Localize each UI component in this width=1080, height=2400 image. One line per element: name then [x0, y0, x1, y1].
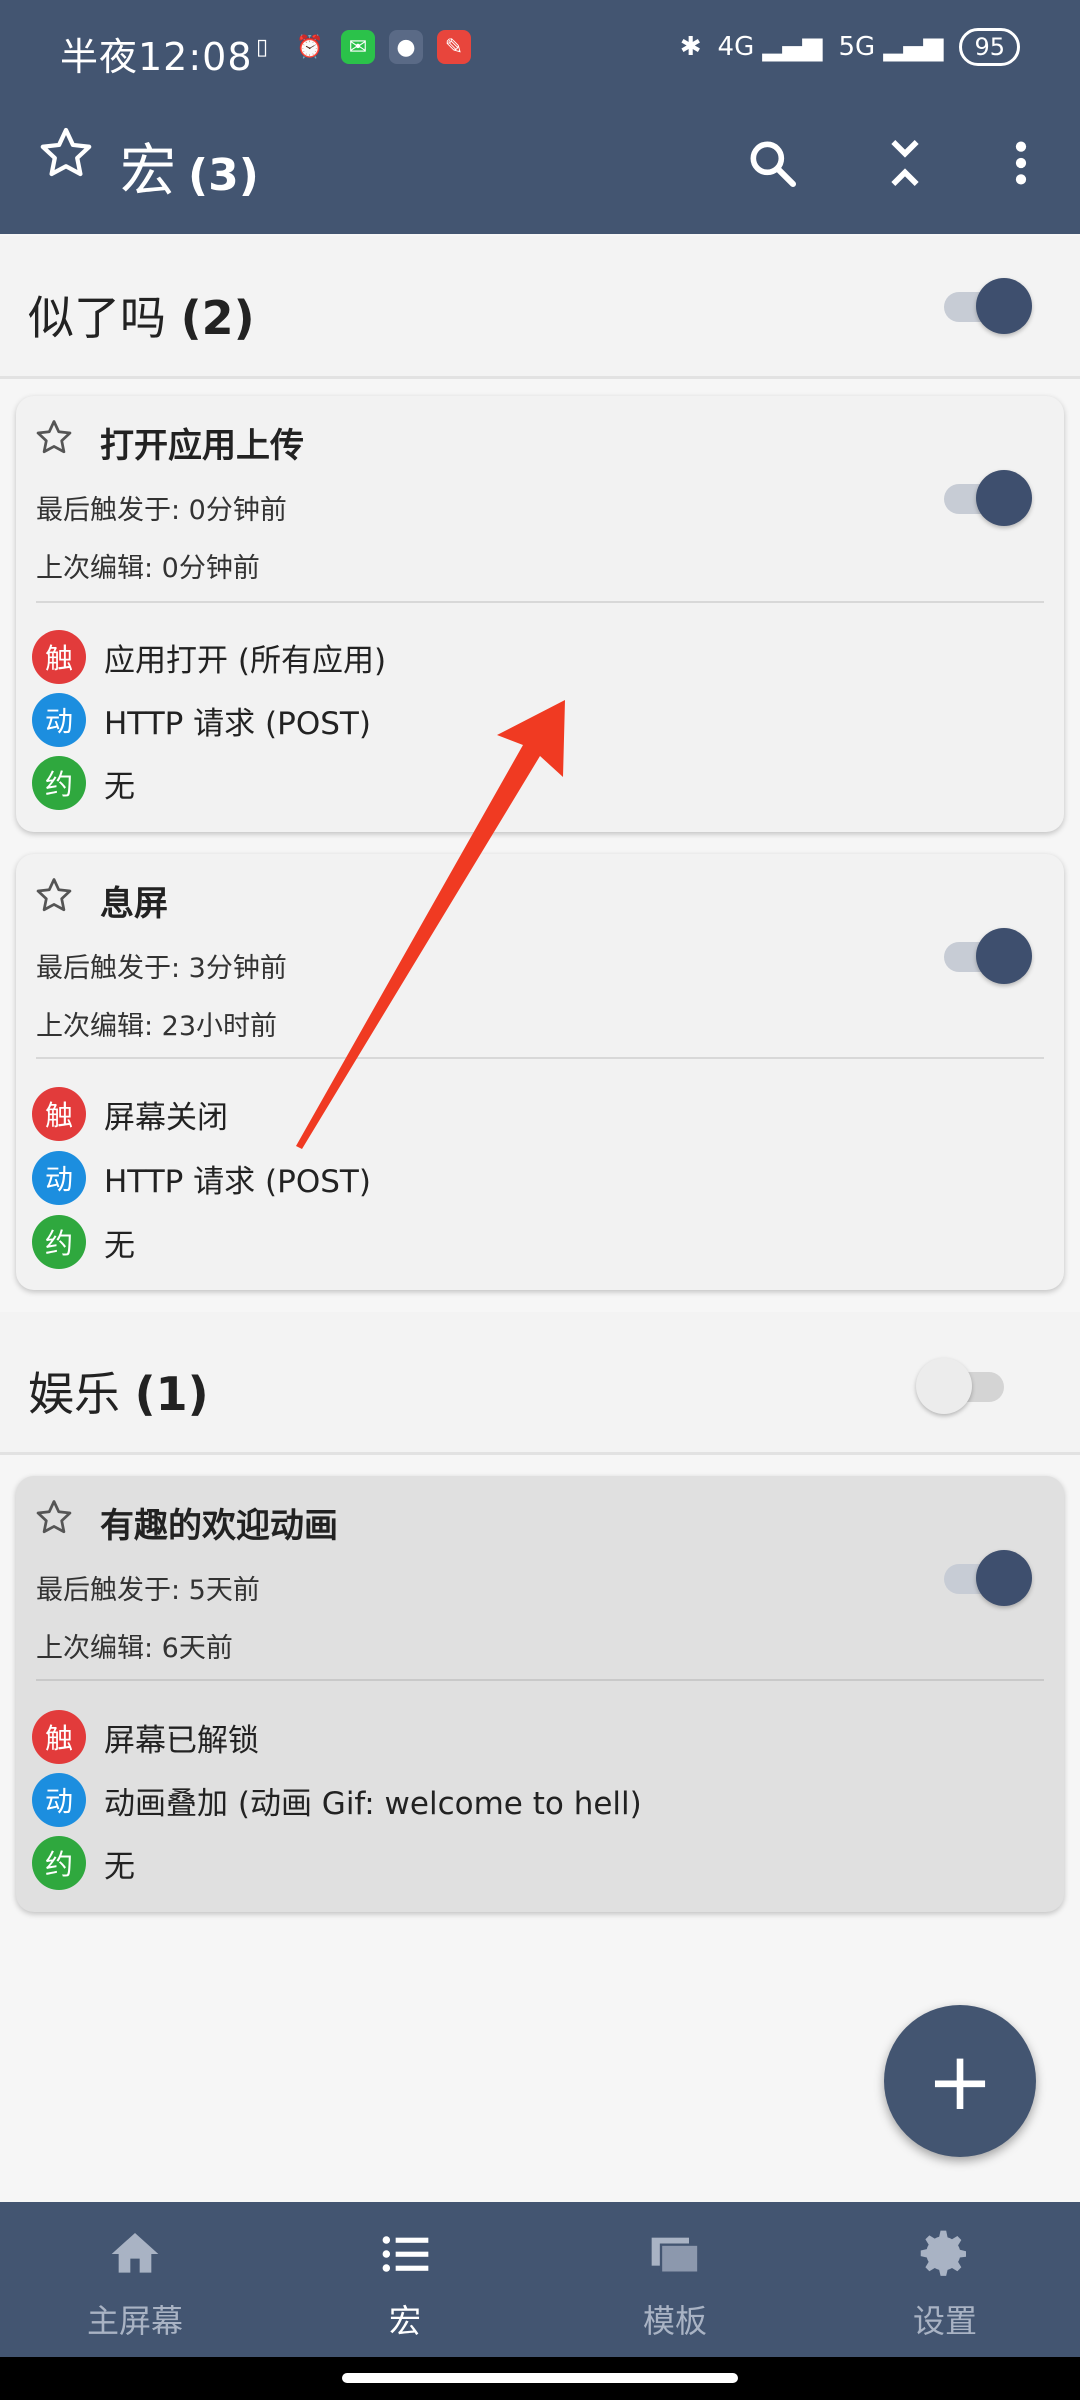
- bluetooth-icon: ✱: [679, 32, 702, 62]
- macro-name: 息屏: [100, 884, 168, 924]
- trigger-text: 屏幕关闭: [104, 1099, 228, 1136]
- templates-icon: [651, 2237, 700, 2274]
- home-indicator[interactable]: [342, 2373, 738, 2383]
- group-header[interactable]: 娱乐 (1): [0, 1312, 1080, 1455]
- battery-indicator: 95: [959, 28, 1020, 66]
- nav-label: 模板: [642, 2302, 707, 2340]
- last-edited: 上次编辑: 23小时前: [36, 1011, 278, 1042]
- status-right: ✱ 4G ▂▄▆ 5G ▂▄▆ 95: [680, 28, 1020, 66]
- macro-name: 有趣的欢迎动画: [100, 1506, 338, 1546]
- action-badge: 动: [32, 1773, 86, 1827]
- trigger-row: 触 屏幕已解锁: [32, 1710, 259, 1764]
- action-badge: 动: [32, 693, 86, 747]
- constraint-badge: 约: [32, 1836, 86, 1890]
- last-triggered: 最后触发于: 0分钟前: [36, 495, 287, 526]
- action-row: 动 动画叠加 (动画 Gif: welcome to hell): [32, 1773, 642, 1827]
- constraint-row: 约 无: [32, 1215, 135, 1269]
- notification-icons: ▯ ⏰ ✉ ● ✎: [245, 30, 471, 64]
- constraint-text: 无: [104, 1848, 135, 1885]
- more-options-button[interactable]: [986, 128, 1056, 198]
- star-icon[interactable]: [32, 416, 76, 460]
- signal-4g-icon: 4G ▂▄▆: [717, 32, 823, 62]
- star-icon[interactable]: [32, 874, 76, 918]
- last-triggered: 最后触发于: 3分钟前: [36, 953, 287, 984]
- constraint-badge: 约: [32, 756, 86, 810]
- nav-macros[interactable]: 宏: [270, 2202, 540, 2357]
- group-title: 娱乐 (1): [28, 1367, 209, 1421]
- star-icon[interactable]: [32, 1496, 76, 1540]
- group-title: 似了吗 (2): [28, 291, 255, 345]
- trigger-row: 触 屏幕关闭: [32, 1087, 228, 1141]
- trigger-text: 应用打开 (所有应用): [104, 642, 387, 679]
- action-text: HTTP 请求 (POST): [104, 705, 371, 742]
- constraint-row: 约 无: [32, 756, 135, 810]
- macro-name: 打开应用上传: [100, 426, 304, 466]
- constraint-badge: 约: [32, 1215, 86, 1269]
- divider: [36, 1679, 1044, 1681]
- last-triggered: 最后触发于: 5天前: [36, 1575, 260, 1606]
- nav-home[interactable]: 主屏幕: [0, 2202, 270, 2357]
- bottom-navigation: 主屏幕 宏 模板 设置: [0, 2202, 1080, 2357]
- macro-card[interactable]: 打开应用上传 最后触发于: 0分钟前 上次编辑: 0分钟前 触 应用打开 (所有…: [16, 396, 1064, 832]
- page-title: 宏 (3): [120, 126, 259, 207]
- group-toggle[interactable]: [916, 1358, 1012, 1414]
- action-text: HTTP 请求 (POST): [104, 1163, 371, 1200]
- trigger-text: 屏幕已解锁: [104, 1722, 259, 1759]
- favorite-star-icon[interactable]: [34, 122, 98, 186]
- trigger-badge: 触: [32, 1710, 86, 1764]
- last-edited: 上次编辑: 0分钟前: [36, 553, 260, 584]
- macro-count: (3): [188, 150, 259, 201]
- constraint-text: 无: [104, 768, 135, 805]
- action-text: 动画叠加 (动画 Gif: welcome to hell): [104, 1785, 642, 1822]
- search-icon: [750, 141, 797, 188]
- home-icon: [111, 2233, 159, 2273]
- sms-icon: ✎: [437, 30, 471, 64]
- macro-toggle[interactable]: [936, 470, 1032, 526]
- macro-card[interactable]: 有趣的欢迎动画 最后触发于: 5天前 上次编辑: 6天前 触 屏幕已解锁 动 动…: [16, 1476, 1064, 1912]
- app-notification-icon: ●: [389, 30, 423, 64]
- trigger-badge: 触: [32, 630, 86, 684]
- more-vert-icon: [1015, 141, 1027, 185]
- constraint-row: 约 无: [32, 1836, 135, 1890]
- divider: [36, 601, 1044, 603]
- last-edited: 上次编辑: 6天前: [36, 1633, 233, 1664]
- app-bar: 宏 (3): [0, 100, 1080, 234]
- add-macro-button[interactable]: +: [884, 2005, 1036, 2157]
- list-icon: [382, 2236, 429, 2272]
- status-time: 半夜12:08: [60, 35, 253, 79]
- constraint-text: 无: [104, 1227, 135, 1264]
- page-title-text: 宏: [120, 139, 176, 204]
- trigger-badge: 触: [32, 1087, 86, 1141]
- macro-card[interactable]: 息屏 最后触发于: 3分钟前 上次编辑: 23小时前 触 屏幕关闭 动 HTTP…: [16, 854, 1064, 1290]
- signal-5g-icon: 5G ▂▄▆: [838, 32, 944, 62]
- action-badge: 动: [32, 1151, 86, 1205]
- nav-label: 设置: [912, 2302, 977, 2340]
- collapse-icon: [891, 140, 919, 186]
- action-row: 动 HTTP 请求 (POST): [32, 693, 371, 747]
- gesture-bar: [0, 2357, 1080, 2400]
- nav-label: 宏: [388, 2302, 421, 2340]
- divider: [36, 1057, 1044, 1059]
- trigger-row: 触 应用打开 (所有应用): [32, 630, 386, 684]
- collapse-all-button[interactable]: [870, 128, 940, 198]
- action-row: 动 HTTP 请求 (POST): [32, 1151, 371, 1205]
- group-toggle[interactable]: [936, 278, 1032, 334]
- macro-toggle[interactable]: [936, 928, 1032, 984]
- vibrate-icon: ▯: [255, 34, 269, 60]
- nav-templates[interactable]: 模板: [540, 2202, 810, 2357]
- nav-settings[interactable]: 设置: [810, 2202, 1080, 2357]
- wechat-icon: ✉: [341, 30, 375, 64]
- alarm-icon: ⏰: [296, 34, 324, 60]
- search-button[interactable]: [737, 128, 807, 198]
- group-header[interactable]: 似了吗 (2): [0, 236, 1080, 379]
- nav-label: 主屏幕: [86, 2302, 183, 2340]
- gear-icon: [920, 2230, 966, 2276]
- status-bar: 半夜12:08 ▯ ⏰ ✉ ● ✎ ✱ 4G ▂▄▆ 5G ▂▄▆ 95: [0, 0, 1080, 100]
- macro-toggle[interactable]: [936, 1550, 1032, 1606]
